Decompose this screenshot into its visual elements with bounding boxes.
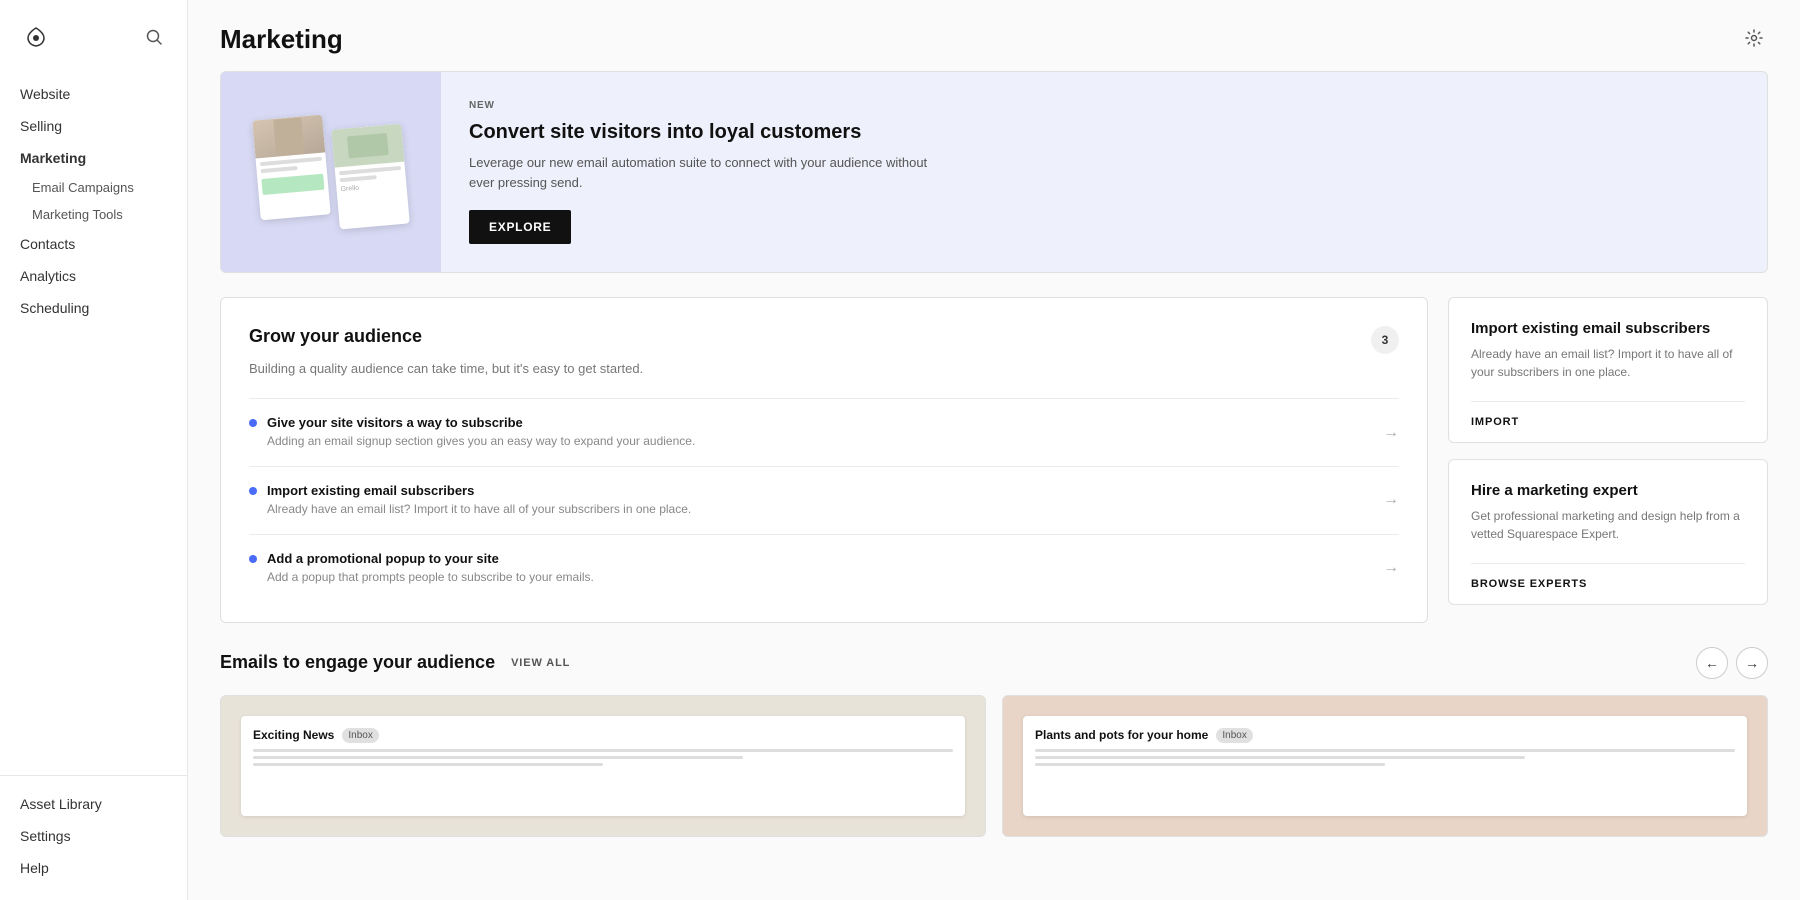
preview-line	[1035, 756, 1525, 759]
task-left: Add a promotional popup to your site Add…	[249, 551, 594, 586]
sidebar-bottom: Asset Library Settings Help	[0, 775, 187, 900]
grow-audience-card: Grow your audience 3 Building a quality …	[220, 297, 1428, 623]
sidebar-item-help[interactable]: Help	[0, 852, 187, 884]
arrow-icon: →	[1383, 424, 1399, 442]
search-button[interactable]	[141, 24, 167, 53]
task-item[interactable]: Import existing email subscribers Alread…	[249, 466, 1399, 534]
main-content: Marketing	[188, 0, 1800, 900]
task-desc: Adding an email signup section gives you…	[267, 433, 695, 450]
count-badge: 3	[1371, 326, 1399, 354]
prev-arrow-button[interactable]: ←	[1696, 647, 1728, 679]
email-cards: Exciting News Inbox Plants and pots for …	[220, 695, 1768, 837]
email-subject: Exciting News	[253, 728, 334, 742]
import-card-title: Import existing email subscribers	[1471, 320, 1745, 337]
hero-title: Convert site visitors into loyal custome…	[469, 119, 949, 145]
task-text: Add a promotional popup to your site Add…	[267, 551, 594, 586]
hero-banner: Grello NEW Convert site visitors into lo…	[220, 71, 1768, 273]
task-text: Give your site visitors a way to subscri…	[267, 415, 695, 450]
hero-mockup: Grello	[252, 108, 410, 236]
inbox-badge: Inbox	[342, 728, 378, 743]
sidebar-item-asset-library[interactable]: Asset Library	[0, 788, 187, 820]
sidebar-subitem-marketing-tools[interactable]: Marketing Tools	[0, 201, 187, 228]
email-card-inner: Exciting News Inbox	[221, 696, 985, 836]
sidebar-item-scheduling[interactable]: Scheduling	[0, 292, 187, 324]
sidebar-item-marketing[interactable]: Marketing	[0, 142, 187, 174]
email-subject-row: Exciting News Inbox	[253, 728, 953, 743]
sidebar-item-settings[interactable]: Settings	[0, 820, 187, 852]
task-left: Import existing email subscribers Alread…	[249, 483, 691, 518]
inbox-badge: Inbox	[1216, 728, 1252, 743]
sidebar-subitem-email-campaigns[interactable]: Email Campaigns	[0, 174, 187, 201]
sidebar-top	[0, 0, 187, 70]
task-dot	[249, 419, 257, 427]
hero-badge: NEW	[469, 100, 949, 111]
preview-line	[1035, 749, 1735, 752]
task-item[interactable]: Give your site visitors a way to subscri…	[249, 398, 1399, 466]
emails-title: Emails to engage your audience	[220, 652, 495, 673]
import-card-desc: Already have an email list? Import it to…	[1471, 345, 1745, 381]
task-desc: Add a popup that prompts people to subsc…	[267, 569, 594, 586]
hero-image: Grello	[221, 72, 441, 272]
email-card[interactable]: Exciting News Inbox	[220, 695, 986, 837]
task-dot	[249, 555, 257, 563]
explore-button[interactable]: EXPLORE	[469, 210, 571, 244]
hero-description: Leverage our new email automation suite …	[469, 153, 949, 192]
preview-line	[253, 756, 743, 759]
email-subject-row: Plants and pots for your home Inbox	[1035, 728, 1735, 743]
task-list: Give your site visitors a way to subscri…	[249, 398, 1399, 601]
expert-card: Hire a marketing expert Get professional…	[1448, 459, 1768, 605]
arrow-icon: →	[1383, 491, 1399, 509]
sidebar: Website Selling Marketing Email Campaign…	[0, 0, 188, 900]
sidebar-item-website[interactable]: Website	[0, 78, 187, 110]
view-all-button[interactable]: VIEW ALL	[511, 657, 570, 669]
main-header: Marketing	[188, 0, 1800, 71]
task-item[interactable]: Add a promotional popup to your site Add…	[249, 534, 1399, 602]
task-desc: Already have an email list? Import it to…	[267, 501, 691, 518]
task-left: Give your site visitors a way to subscri…	[249, 415, 695, 450]
sidebar-item-selling[interactable]: Selling	[0, 110, 187, 142]
task-dot	[249, 487, 257, 495]
expert-card-desc: Get professional marketing and design he…	[1471, 507, 1745, 543]
email-card[interactable]: Plants and pots for your home Inbox	[1002, 695, 1768, 837]
emails-header: Emails to engage your audience VIEW ALL …	[220, 647, 1768, 679]
preview-line	[1035, 763, 1385, 766]
right-col: Import existing email subscribers Alread…	[1448, 297, 1768, 605]
expert-card-title: Hire a marketing expert	[1471, 482, 1745, 499]
sidebar-nav: Website Selling Marketing Email Campaign…	[0, 70, 187, 775]
task-text: Import existing email subscribers Alread…	[267, 483, 691, 518]
two-col-section: Grow your audience 3 Building a quality …	[220, 297, 1768, 623]
logo-icon	[20, 22, 52, 54]
mock-page-1	[252, 115, 330, 221]
preview-line	[253, 749, 953, 752]
browse-experts-button[interactable]: BROWSE EXPERTS	[1471, 563, 1745, 604]
page-title: Marketing	[220, 24, 343, 55]
preview-line	[253, 763, 603, 766]
card-title: Grow your audience	[249, 326, 422, 347]
mock-page-2: Grello	[331, 124, 409, 230]
next-arrow-button[interactable]: →	[1736, 647, 1768, 679]
sidebar-item-contacts[interactable]: Contacts	[0, 228, 187, 260]
email-subject: Plants and pots for your home	[1035, 728, 1208, 742]
card-subtitle: Building a quality audience can take tim…	[249, 360, 1399, 378]
sidebar-item-analytics[interactable]: Analytics	[0, 260, 187, 292]
arrow-icon: →	[1383, 559, 1399, 577]
email-preview: Plants and pots for your home Inbox	[1023, 716, 1747, 816]
email-preview: Exciting News Inbox	[241, 716, 965, 816]
emails-header-left: Emails to engage your audience VIEW ALL	[220, 652, 570, 673]
hero-content: NEW Convert site visitors into loyal cus…	[441, 72, 977, 272]
import-card: Import existing email subscribers Alread…	[1448, 297, 1768, 443]
task-title: Add a promotional popup to your site	[267, 551, 594, 566]
settings-button[interactable]	[1740, 24, 1768, 55]
emails-section: Emails to engage your audience VIEW ALL …	[220, 647, 1768, 837]
task-title: Give your site visitors a way to subscri…	[267, 415, 695, 430]
task-title: Import existing email subscribers	[267, 483, 691, 498]
import-action-button[interactable]: IMPORT	[1471, 401, 1745, 442]
email-card-inner: Plants and pots for your home Inbox	[1003, 696, 1767, 836]
card-header: Grow your audience 3	[249, 326, 1399, 354]
emails-nav: ← →	[1696, 647, 1768, 679]
